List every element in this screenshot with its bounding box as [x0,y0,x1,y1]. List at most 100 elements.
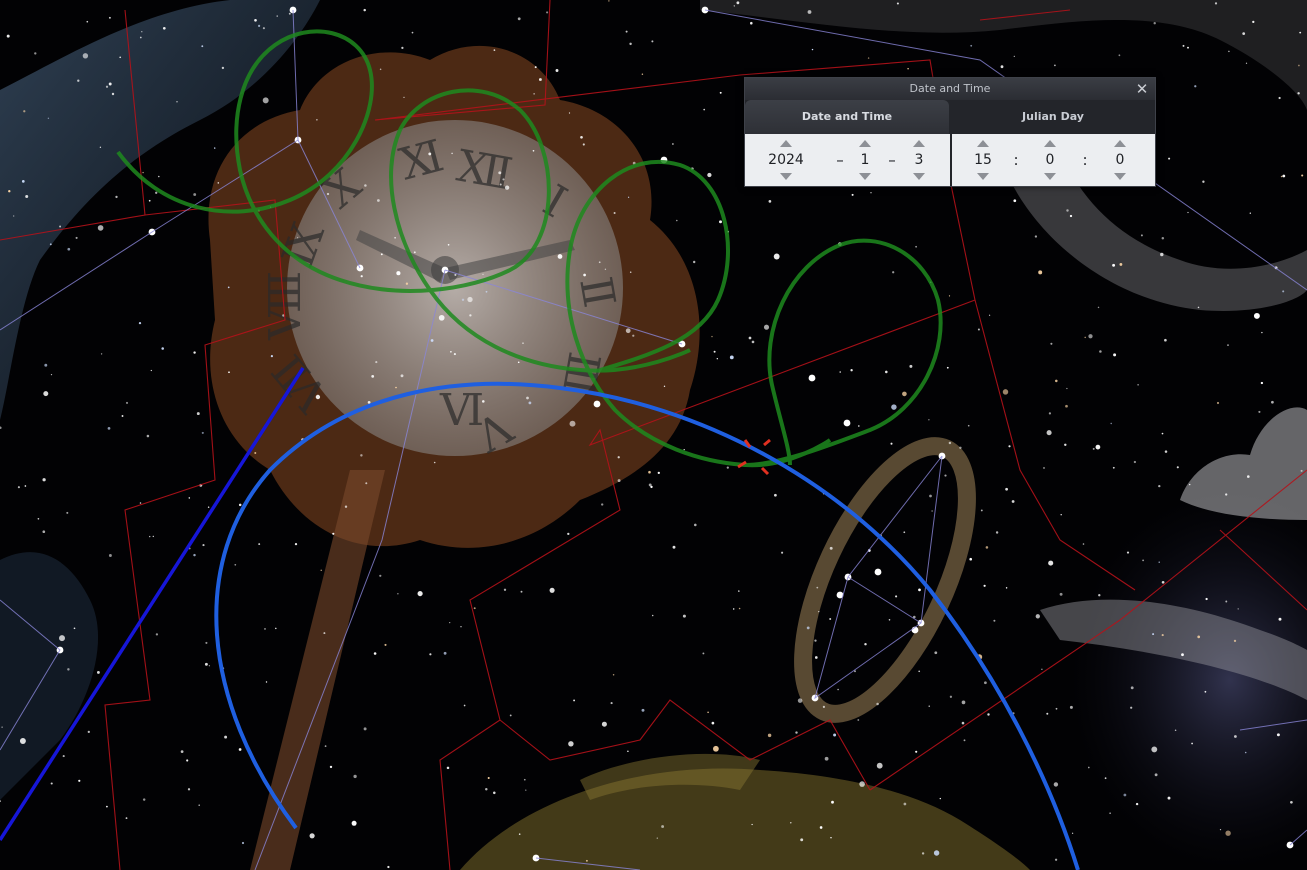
star [485,290,488,293]
star [888,619,891,621]
star [1282,174,1286,178]
close-icon[interactable]: ✕ [1133,80,1151,98]
star [939,797,941,800]
star [1187,46,1189,49]
star [1054,64,1056,67]
star [1046,712,1049,715]
star [948,441,952,445]
star [62,755,65,758]
star [625,328,631,334]
day-value[interactable]: 3 [905,150,933,170]
star [703,108,706,111]
star [364,184,367,187]
star [651,40,654,43]
spin-down-icon[interactable] [1114,173,1126,180]
month-value[interactable]: 1 [849,150,881,170]
star [1142,559,1145,562]
star [1249,212,1251,214]
tab-julian-day[interactable]: Julian Day [951,100,1155,134]
spin-up-icon[interactable] [1044,140,1056,147]
star [726,466,729,469]
star [1065,404,1068,408]
star [8,190,11,193]
star [1097,306,1100,309]
minute-spinbox[interactable]: 0 [1035,134,1065,186]
second-value[interactable]: 0 [1105,150,1135,170]
star [525,789,527,791]
star [207,506,210,508]
year-spinbox[interactable]: 2024 [759,134,813,186]
star [738,607,741,610]
spin-down-icon[interactable] [859,173,871,180]
star [1278,617,1282,621]
star [66,511,69,514]
star [1069,705,1073,709]
star [451,152,453,155]
spin-up-icon[interactable] [859,140,871,147]
year-value[interactable]: 2024 [759,150,813,170]
star [1176,466,1179,469]
star [983,584,986,587]
star [929,494,932,498]
star [885,370,888,374]
month-spinbox[interactable]: 1 [849,134,881,186]
star [1204,690,1207,693]
star [625,30,628,33]
star [238,503,242,507]
star [201,45,204,48]
star [675,219,678,222]
star [604,268,607,270]
star [96,670,100,674]
spin-up-icon[interactable] [977,140,989,147]
star [1271,400,1274,404]
star [446,766,450,770]
star [534,66,537,69]
star [141,31,143,33]
star [1043,467,1045,469]
star [1053,782,1059,787]
star [1005,587,1008,589]
spin-down-icon[interactable] [780,173,792,180]
spin-down-icon[interactable] [913,173,925,180]
spin-down-icon[interactable] [977,173,989,180]
star [1041,668,1043,670]
star [1161,634,1164,637]
star [394,237,396,239]
star [105,85,109,88]
star [17,486,20,489]
star [1194,85,1197,88]
date-time-dialog[interactable]: Date and Time ✕ Date and Time Julian Day… [744,77,1156,187]
day-spinbox[interactable]: 3 [905,134,933,186]
spin-up-icon[interactable] [780,140,792,147]
star [1084,336,1086,339]
star [227,286,230,289]
star [324,745,327,747]
star [473,607,476,610]
tab-date-and-time[interactable]: Date and Time [745,100,949,134]
star [42,530,46,534]
star [37,517,40,520]
hour-value[interactable]: 15 [965,150,1001,170]
star [569,420,576,427]
star [403,96,405,98]
spin-up-icon[interactable] [1114,140,1126,147]
star [1071,832,1074,834]
star [948,295,951,297]
star [1187,211,1189,214]
star [1088,334,1093,339]
star [1225,830,1231,836]
dialog-titlebar[interactable]: Date and Time [745,78,1155,100]
star [988,314,991,316]
star [830,836,832,839]
star [831,800,834,804]
hour-spinbox[interactable]: 15 [965,134,1001,186]
minute-value[interactable]: 0 [1035,150,1065,170]
star [67,668,70,671]
star [1247,475,1250,478]
star [585,859,588,862]
star [819,826,823,829]
star [1066,387,1068,390]
spin-up-icon[interactable] [913,140,925,147]
spin-down-icon[interactable] [1044,173,1056,180]
second-spinbox[interactable]: 0 [1105,134,1135,186]
